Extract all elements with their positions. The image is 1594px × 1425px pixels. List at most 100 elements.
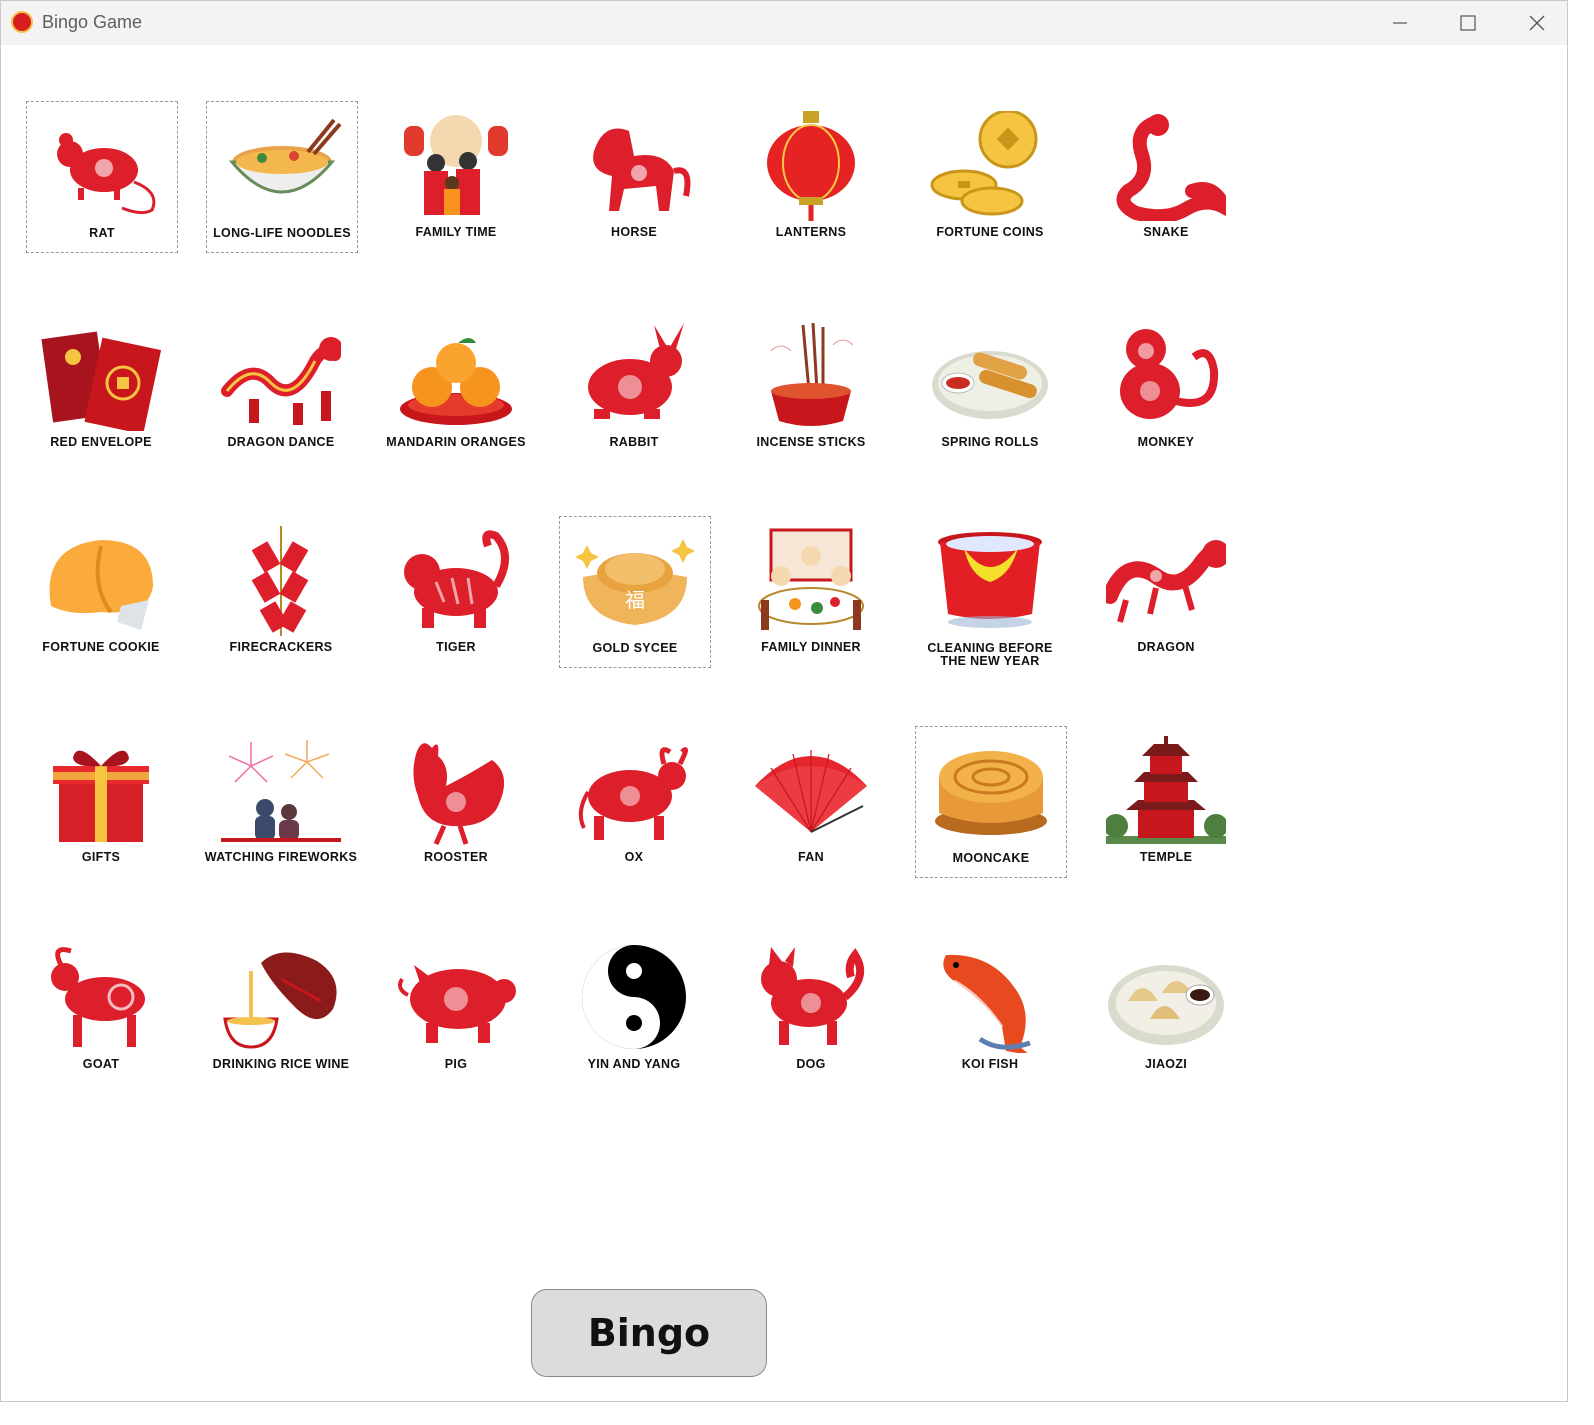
rat-icon [57, 133, 156, 215]
bingo-cell[interactable]: FAMILY TIME [381, 101, 531, 251]
cell-label: DRINKING RICE WINE [212, 1057, 350, 1071]
bingo-cell[interactable]: FAMILY DINNER [736, 516, 886, 666]
bingo-cell[interactable]: WATCHING FIREWORKS [205, 726, 357, 876]
koi-icon [943, 954, 1031, 1053]
bingo-cell[interactable]: HORSE [559, 101, 709, 251]
title-bar: Bingo Game [1, 1, 1567, 45]
cell-label: DOG [796, 1057, 826, 1071]
bingo-cell[interactable]: DRAGON [1091, 516, 1241, 666]
app-icon [11, 11, 33, 33]
coins-icon [930, 111, 1038, 216]
cell-label: DRAGON [1137, 640, 1195, 654]
bingo-cell[interactable]: GOAT [26, 933, 176, 1083]
bingo-cell[interactable]: FIRECRACKERS [206, 516, 356, 666]
bingo-cell[interactable]: DRINKING RICE WINE [206, 933, 356, 1083]
dragon-dance-icon [221, 337, 341, 425]
cell-label: MOONCAKE [952, 851, 1030, 865]
bingo-cell[interactable]: DOG [736, 933, 886, 1083]
cell-label: FIRECRACKERS [229, 640, 333, 654]
family-icon [404, 115, 508, 215]
bucket-icon [938, 532, 1042, 628]
oranges-icon [400, 338, 512, 425]
snake-icon [1116, 114, 1226, 221]
bingo-cell[interactable]: YIN AND YANG [559, 933, 709, 1083]
bingo-cell[interactable]: RABBIT [559, 311, 709, 461]
cell-label: LONG-LIFE NOODLES [213, 226, 351, 240]
cell-label: KOI FISH [961, 1057, 1019, 1071]
monkey-icon [1120, 329, 1219, 419]
bingo-cell[interactable]: MONKEY [1091, 311, 1241, 461]
envelope-icon [41, 331, 161, 431]
cell-label: FORTUNE COINS [936, 225, 1044, 239]
bingo-cell[interactable]: DRAGON DANCE [206, 311, 356, 461]
bingo-cell[interactable]: RED ENVELOPE [26, 311, 176, 461]
bingo-cell[interactable]: FAN [736, 726, 886, 876]
bingo-cell[interactable]: GIFTS [26, 726, 176, 876]
cell-label: GIFTS [81, 850, 121, 864]
window-title: Bingo Game [42, 12, 143, 32]
bingo-button[interactable]: Bingo [531, 1289, 767, 1377]
bingo-cell[interactable]: OX [559, 726, 709, 876]
temple-icon [1106, 736, 1226, 844]
bingo-cell[interactable]: FORTUNE COOKIE [26, 516, 176, 666]
bingo-cell[interactable]: SPRING ROLLS [915, 311, 1065, 461]
bingo-cell[interactable]: CLEANING BEFORE THE NEW YEAR [915, 516, 1065, 668]
cell-label: SNAKE [1143, 225, 1189, 239]
cell-label: YIN AND YANG [587, 1057, 681, 1071]
cell-label: INCENSE STICKS [756, 435, 866, 449]
bingo-cell[interactable]: TIGER [381, 516, 531, 666]
bingo-cell[interactable]: KOI FISH [915, 933, 1065, 1083]
cell-label: CLEANING BEFORE THE NEW YEAR [927, 641, 1053, 668]
cell-label: HORSE [611, 225, 657, 239]
horse-icon [593, 128, 691, 211]
bingo-cell[interactable]: SNAKE [1091, 101, 1241, 251]
dragon-icon [1106, 540, 1226, 623]
firecrackers-icon [251, 526, 309, 636]
bingo-cell[interactable]: LANTERNS [736, 101, 886, 251]
gift-icon [53, 750, 149, 842]
sycee-icon: 福 [575, 539, 695, 625]
bingo-cell[interactable]: FORTUNE COINS [915, 101, 1065, 251]
cell-label: LANTERNS [775, 225, 847, 239]
cell-label: FAMILY TIME [415, 225, 497, 239]
dog-icon [761, 947, 865, 1045]
bingo-cell[interactable]: RAT [26, 101, 178, 253]
cell-label: SPRING ROLLS [941, 435, 1039, 449]
cell-label: RED ENVELOPE [50, 435, 152, 449]
fan-icon [755, 750, 867, 833]
noodles-icon [228, 118, 342, 194]
bingo-window: Bingo Game RAT LONG-LIFE NOODLES FAMILY TI… [0, 0, 1568, 1402]
cell-label: GOLD SYCEE [592, 641, 678, 655]
cell-label: FAN [798, 850, 824, 864]
fortune-cookie-icon [49, 540, 153, 630]
dumplings-icon [1108, 965, 1224, 1045]
cell-label: MONKEY [1137, 435, 1195, 449]
cell-label: RAT [89, 226, 115, 240]
bingo-cell[interactable]: 福 GOLD SYCEE [559, 516, 711, 668]
bingo-cell[interactable]: JIAOZI [1091, 933, 1241, 1083]
ox-icon [578, 747, 688, 840]
spring-rolls-icon [932, 351, 1048, 419]
close-icon[interactable] [1514, 7, 1560, 39]
bingo-cell[interactable]: INCENSE STICKS [736, 311, 886, 461]
lantern-icon [767, 111, 855, 221]
maximize-icon[interactable] [1445, 7, 1491, 39]
cell-label: WATCHING FIREWORKS [204, 850, 358, 864]
bingo-cell[interactable]: ROOSTER [381, 726, 531, 876]
minimize-icon[interactable] [1377, 7, 1423, 39]
bingo-cell[interactable]: MANDARIN ORANGES [381, 311, 531, 461]
rooster-icon [413, 743, 505, 846]
bingo-cell[interactable]: MOONCAKE [915, 726, 1067, 878]
mooncake-icon [935, 751, 1047, 835]
dinner-icon [758, 528, 864, 630]
cell-label: OX [624, 850, 644, 864]
cell-label: GOAT [82, 1057, 120, 1071]
incense-icon [770, 322, 854, 426]
bingo-cell[interactable]: TEMPLE [1091, 726, 1241, 876]
cell-label: PIG [444, 1057, 468, 1071]
cell-label: TIGER [436, 640, 476, 654]
bingo-cell[interactable]: PIG [381, 933, 531, 1083]
cell-label: MANDARIN ORANGES [386, 435, 526, 449]
cell-label: ROOSTER [424, 850, 488, 864]
bingo-cell[interactable]: LONG-LIFE NOODLES [206, 101, 358, 253]
